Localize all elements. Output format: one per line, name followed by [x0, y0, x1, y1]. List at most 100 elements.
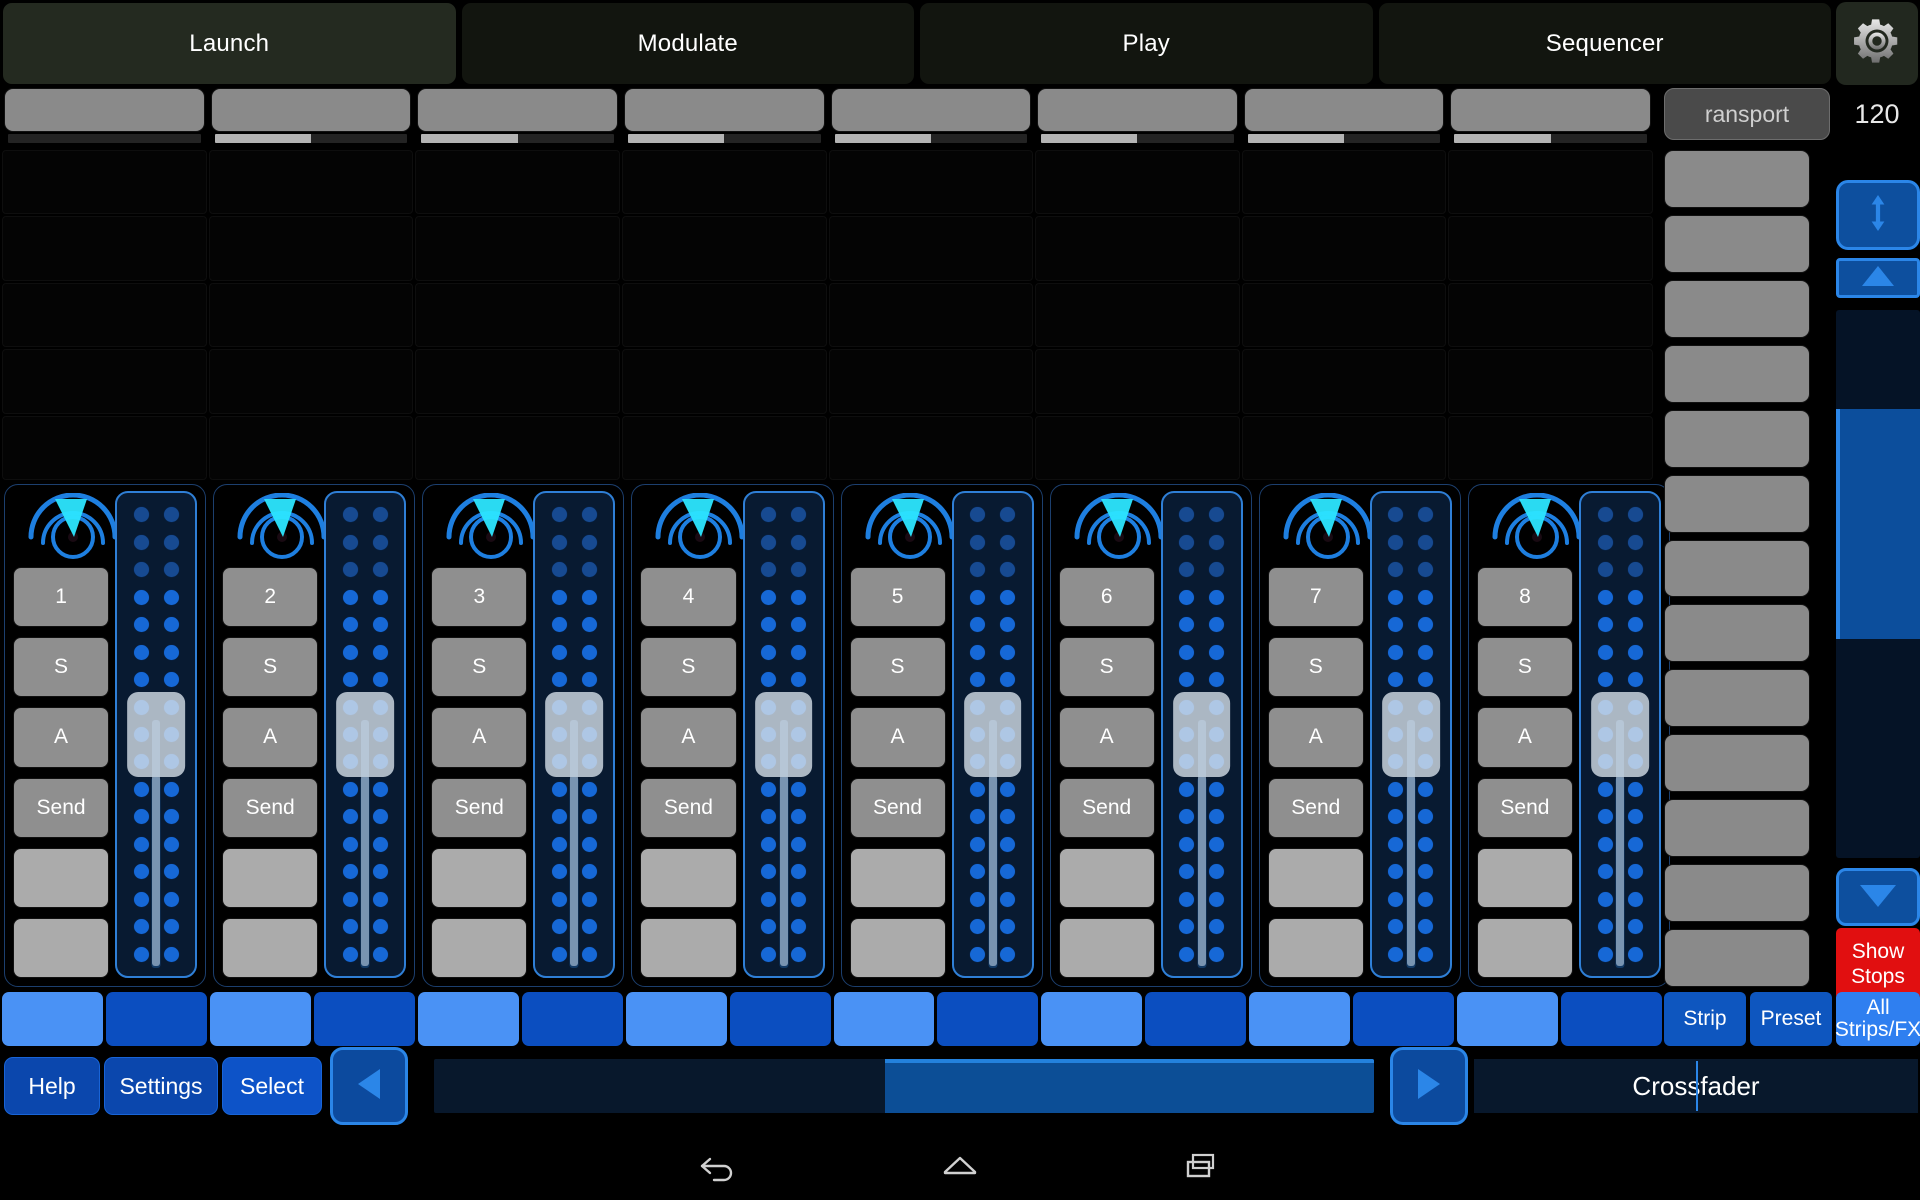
clip-launch-pad[interactable] — [1041, 992, 1143, 1046]
channel-send-button[interactable]: Send — [1267, 777, 1364, 838]
tempo-display[interactable]: 120 — [1834, 88, 1920, 140]
clip-slot[interactable] — [415, 282, 620, 348]
show-stops-button[interactable]: Show Stops — [1836, 928, 1920, 1000]
clip-slot[interactable] — [1241, 216, 1447, 281]
channel-extra-button-2[interactable] — [849, 917, 946, 979]
clip-slot[interactable] — [208, 216, 414, 281]
channel-extra-button-1[interactable] — [13, 847, 110, 908]
crossfader-label-field[interactable]: Crossfader — [1474, 1059, 1918, 1113]
channel-extra-button-1[interactable] — [1267, 847, 1364, 908]
clip-launch-pad[interactable] — [209, 992, 311, 1046]
clip-slot[interactable] — [415, 349, 620, 414]
clip-launch-pad[interactable] — [105, 992, 207, 1046]
home-icon[interactable] — [934, 1139, 986, 1191]
channel-arm-button[interactable]: A — [1476, 707, 1573, 768]
clip-slot[interactable] — [828, 415, 1034, 480]
clip-launch-pad[interactable] — [1145, 992, 1247, 1046]
scroll-up-button[interactable] — [1836, 258, 1920, 298]
clip-launch-pad[interactable] — [937, 992, 1039, 1046]
channel-extra-button-1[interactable] — [1058, 847, 1155, 908]
clip-slot[interactable] — [2, 349, 207, 414]
channel-solo-button[interactable]: S — [1476, 637, 1573, 698]
scene-launch-button[interactable] — [1664, 604, 1810, 663]
clip-launch-pad[interactable] — [2, 992, 103, 1046]
channel-fader[interactable] — [533, 491, 616, 978]
channel-knob[interactable] — [1059, 491, 1164, 565]
clip-launch-pad[interactable] — [833, 992, 935, 1046]
clip-launch-pad[interactable] — [1457, 992, 1559, 1046]
clip-slot[interactable] — [1035, 216, 1240, 281]
clip-slot[interactable] — [621, 216, 827, 281]
channel-solo-button[interactable]: S — [13, 637, 110, 698]
channel-extra-button-1[interactable] — [640, 847, 737, 908]
clip-slot[interactable] — [1241, 349, 1447, 414]
channel-arm-button[interactable]: A — [1058, 707, 1155, 768]
channel-extra-button-1[interactable] — [849, 847, 946, 908]
clip-slot[interactable] — [1448, 282, 1653, 348]
scene-launch-button[interactable] — [1664, 669, 1810, 728]
track-name-button[interactable] — [1037, 88, 1238, 132]
select-button[interactable]: Select — [222, 1057, 322, 1115]
clip-slot[interactable] — [621, 349, 827, 414]
clip-slot[interactable] — [621, 415, 827, 480]
channel-solo-button[interactable]: S — [1267, 637, 1364, 698]
tab-modulate[interactable]: Modulate — [460, 2, 915, 85]
scene-launch-button[interactable] — [1664, 150, 1810, 208]
clip-slot[interactable] — [1448, 216, 1653, 281]
scroll-down-button[interactable] — [1836, 868, 1920, 926]
clip-slot[interactable] — [1241, 282, 1447, 348]
scene-launch-button[interactable] — [1664, 864, 1810, 923]
channel-send-button[interactable]: Send — [13, 777, 110, 838]
channel-knob[interactable] — [1268, 491, 1373, 565]
channel-send-button[interactable]: Send — [640, 777, 737, 838]
clip-launch-pad[interactable] — [417, 992, 519, 1046]
scene-launch-button[interactable] — [1664, 734, 1810, 793]
scene-launch-button[interactable] — [1664, 214, 1810, 273]
scene-launch-button[interactable] — [1664, 929, 1810, 987]
clip-launch-pad[interactable] — [729, 992, 831, 1046]
clip-slot[interactable] — [1035, 415, 1240, 480]
channel-extra-button-1[interactable] — [222, 847, 319, 908]
clip-slot[interactable] — [828, 150, 1034, 215]
clip-slot[interactable] — [1448, 150, 1653, 215]
channel-knob[interactable] — [640, 491, 745, 565]
channel-knob[interactable] — [1477, 491, 1582, 565]
track-name-button[interactable] — [210, 88, 412, 132]
scrollbar-thumb[interactable] — [1836, 408, 1920, 639]
settings-gear-button[interactable] — [1836, 2, 1918, 85]
channel-send-button[interactable]: Send — [1058, 777, 1155, 838]
clip-slot[interactable] — [2, 415, 207, 480]
channel-fader[interactable] — [1160, 491, 1243, 978]
clip-slot[interactable] — [1035, 349, 1240, 414]
channel-arm-button[interactable]: A — [13, 707, 110, 768]
channel-solo-button[interactable]: S — [222, 637, 319, 698]
channel-solo-button[interactable]: S — [431, 637, 528, 698]
clip-slot[interactable] — [828, 349, 1034, 414]
channel-fader[interactable] — [115, 491, 198, 978]
channel-solo-button[interactable]: S — [849, 637, 946, 698]
track-name-button[interactable] — [1450, 88, 1651, 132]
previous-bank-button[interactable] — [330, 1047, 408, 1125]
settings-button[interactable]: Settings — [104, 1057, 218, 1115]
resize-grid-button[interactable] — [1836, 180, 1920, 250]
back-arrow-icon[interactable] — [692, 1139, 744, 1191]
clip-slot[interactable] — [2, 282, 207, 348]
channel-send-button[interactable]: Send — [1476, 777, 1573, 838]
channel-number-button[interactable]: 4 — [640, 567, 737, 628]
clip-slot[interactable] — [208, 415, 414, 480]
track-name-button[interactable] — [4, 88, 205, 132]
channel-extra-button-2[interactable] — [431, 917, 528, 979]
channel-extra-button-1[interactable] — [1476, 847, 1573, 908]
clip-slot[interactable] — [1448, 415, 1653, 480]
help-button[interactable]: Help — [4, 1057, 100, 1115]
channel-arm-button[interactable]: A — [640, 707, 737, 768]
transport-button[interactable]: ransport — [1664, 88, 1830, 140]
tab-play[interactable]: Play — [919, 2, 1374, 85]
channel-extra-button-2[interactable] — [222, 917, 319, 979]
channel-fader[interactable] — [1579, 491, 1661, 978]
clip-launch-pad[interactable] — [625, 992, 727, 1046]
scene-launch-button[interactable] — [1664, 279, 1810, 338]
clip-slot[interactable] — [415, 216, 620, 281]
track-name-button[interactable] — [830, 88, 1032, 132]
channel-send-button[interactable]: Send — [222, 777, 319, 838]
